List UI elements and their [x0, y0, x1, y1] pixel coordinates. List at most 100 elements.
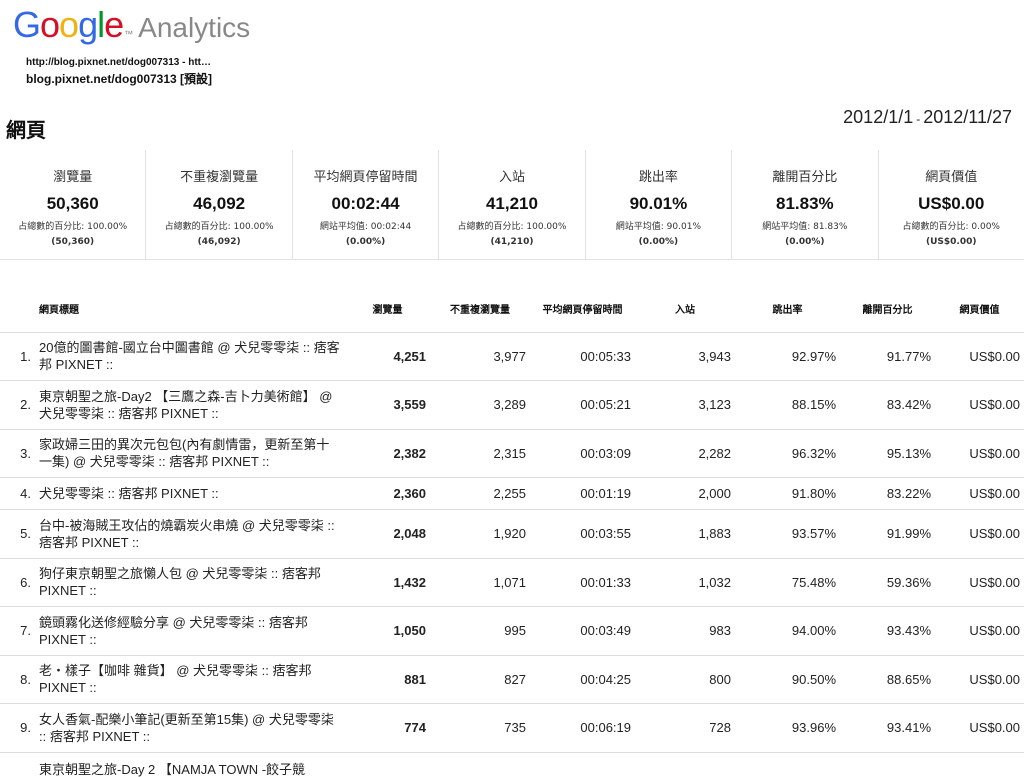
cell-exit-rate [840, 752, 935, 777]
table-row: 7. 鏡頭霧化送修經驗分享 @ 犬兒零零柒 :: 痞客邦 PIXNET :: 1… [0, 606, 1024, 656]
cell-bounce-rate: 93.57% [735, 509, 840, 559]
metric-pageviews: 瀏覽量 50,360 占總數的百分比: 100.00% (50,360) [0, 150, 147, 259]
page-title-link[interactable]: 20億的圖書館-國立台中圖書館 @ 犬兒零零柒 :: 痞客邦 PIXNET :: [35, 332, 345, 381]
col-header-page-value[interactable]: 網頁價值 [935, 290, 1024, 333]
cell-avg-time: 00:03:49 [530, 606, 635, 656]
table-row: 東京朝聖之旅-Day 2 【NAMJA TOWN -餃子競 [0, 752, 1024, 777]
table-row: 1. 20億的圖書館-國立台中圖書館 @ 犬兒零零柒 :: 痞客邦 PIXNET… [0, 332, 1024, 381]
cell-avg-time: 00:05:33 [530, 332, 635, 381]
cell-pageviews: 881 [345, 655, 430, 704]
metric-sub: 占總數的百分比: 100.00% [457, 222, 567, 232]
cell-unique-pageviews: 1,920 [430, 509, 530, 559]
table-row: 3. 家政婦三田的異次元包包(內有劇情雷，更新至第十一集) @ 犬兒零零柒 ::… [0, 429, 1024, 478]
page-title-link[interactable]: 台中-被海賊王攻佔的燒霸炭火串燒 @ 犬兒零零柒 :: 痞客邦 PIXNET :… [35, 509, 345, 559]
metric-avg-time: 平均網頁停留時間 00:02:44 網站平均值: 00:02:44 (0.00%… [293, 150, 440, 259]
row-index: 5. [0, 509, 35, 559]
table-row: 8. 老‧樣子【咖啡 雜貨】 @ 犬兒零零柒 :: 痞客邦 PIXNET :: … [0, 655, 1024, 704]
page-title-link[interactable]: 家政婦三田的異次元包包(內有劇情雷，更新至第十一集) @ 犬兒零零柒 :: 痞客… [35, 429, 345, 478]
metric-value: 90.01% [629, 194, 688, 213]
cell-pageviews: 2,048 [345, 509, 430, 559]
cell-pageviews: 4,251 [345, 332, 430, 381]
metric-value: US$0.00 [918, 194, 985, 213]
page-title-link[interactable]: 犬兒零零柒 :: 痞客邦 PIXNET :: [35, 477, 345, 510]
cell-avg-time [530, 752, 635, 777]
cell-exit-rate: 93.41% [840, 703, 935, 753]
cell-unique-pageviews: 995 [430, 606, 530, 656]
col-index-header [0, 290, 35, 333]
page-title: 網頁 [6, 118, 46, 142]
cell-pageviews: 1,050 [345, 606, 430, 656]
account-name: blog.pixnet.net/dog007313 [預設] [26, 72, 213, 86]
metric-sub2: (US$0.00) [926, 237, 977, 247]
col-header-bounce-rate[interactable]: 跳出率 [735, 290, 840, 333]
cell-avg-time: 00:06:19 [530, 703, 635, 753]
metric-label: 離開百分比 [772, 170, 838, 185]
logo-letter: o [59, 4, 79, 45]
pages-table: 網頁標題 瀏覽量 不重複瀏覽量 平均網頁停留時間 入站 跳出率 離開百分比 網頁… [0, 290, 1024, 777]
metric-label: 平均網頁停留時間 [313, 170, 418, 185]
col-header-page-title[interactable]: 網頁標題 [35, 290, 345, 333]
cell-page-value: US$0.00 [935, 509, 1024, 559]
table-row: 6. 狗仔東京朝聖之旅懶人包 @ 犬兒零零柒 :: 痞客邦 PIXNET :: … [0, 558, 1024, 607]
col-header-avg-time[interactable]: 平均網頁停留時間 [530, 290, 635, 333]
metric-label: 入站 [498, 170, 525, 185]
metric-sub2: (0.00%) [785, 237, 825, 247]
cell-entrances: 2,000 [635, 477, 735, 510]
row-index: 1. [0, 332, 35, 381]
date-end: 2012/11/27 [923, 107, 1012, 127]
page-title-link[interactable]: 東京朝聖之旅-Day 2 【NAMJA TOWN -餃子競 [35, 752, 345, 777]
page-title-link[interactable]: 鏡頭霧化送修經驗分享 @ 犬兒零零柒 :: 痞客邦 PIXNET :: [35, 606, 345, 656]
date-separator: - [916, 112, 921, 126]
cell-pageviews: 3,559 [345, 380, 430, 430]
cell-avg-time: 00:01:19 [530, 477, 635, 510]
page-title-link[interactable]: 老‧樣子【咖啡 雜貨】 @ 犬兒零零柒 :: 痞客邦 PIXNET :: [35, 655, 345, 704]
cell-unique-pageviews: 827 [430, 655, 530, 704]
metric-sub: 占總數的百分比: 0.00% [902, 222, 1000, 232]
cell-bounce-rate [735, 752, 840, 777]
cell-entrances: 2,282 [635, 429, 735, 478]
cell-entrances [635, 752, 735, 777]
metric-label: 瀏覽量 [53, 170, 93, 185]
metric-label: 網頁價值 [925, 170, 978, 185]
page-title-link[interactable]: 東京朝聖之旅-Day2 【三鷹之森-吉卜力美術館】 @ 犬兒零零柒 :: 痞客邦… [35, 380, 345, 430]
cell-pageviews: 2,382 [345, 429, 430, 478]
cell-pageviews: 774 [345, 703, 430, 753]
logo-letter: G [13, 4, 41, 45]
cell-page-value: US$0.00 [935, 606, 1024, 656]
page-title-link[interactable]: 狗仔東京朝聖之旅懶人包 @ 犬兒零零柒 :: 痞客邦 PIXNET :: [35, 558, 345, 607]
col-header-entrances[interactable]: 入站 [635, 290, 735, 333]
cell-unique-pageviews: 3,977 [430, 332, 530, 381]
cell-unique-pageviews: 3,289 [430, 380, 530, 430]
metric-exit-rate: 離開百分比 81.83% 網站平均值: 81.83% (0.00%) [732, 150, 879, 259]
cell-pageviews: 2,360 [345, 477, 430, 510]
row-index: 3. [0, 429, 35, 478]
cell-page-value: US$0.00 [935, 655, 1024, 704]
col-header-pageviews[interactable]: 瀏覽量 [345, 290, 430, 333]
col-header-exit-rate[interactable]: 離開百分比 [840, 290, 935, 333]
cell-entrances: 3,943 [635, 332, 735, 381]
cell-entrances: 800 [635, 655, 735, 704]
cell-entrances: 983 [635, 606, 735, 656]
cell-bounce-rate: 94.00% [735, 606, 840, 656]
col-header-unique-pageviews[interactable]: 不重複瀏覽量 [430, 290, 530, 333]
table-row: 2. 東京朝聖之旅-Day2 【三鷹之森-吉卜力美術館】 @ 犬兒零零柒 :: … [0, 380, 1024, 430]
metric-label: 不重複瀏覽量 [180, 170, 259, 185]
cell-pageviews: 1,432 [345, 558, 430, 607]
metric-sub2: (46,092) [197, 237, 241, 247]
metric-label: 跳出率 [638, 170, 678, 185]
cell-bounce-rate: 92.97% [735, 332, 840, 381]
google-analytics-logo: Go o g l e ™ Analytics [13, 4, 250, 45]
cell-exit-rate: 59.36% [840, 558, 935, 607]
metric-sub: 網站平均值: 90.01% [615, 222, 701, 232]
cell-unique-pageviews: 2,255 [430, 477, 530, 510]
cell-exit-rate: 91.77% [840, 332, 935, 381]
row-index: 8. [0, 655, 35, 704]
date-range: 2012/1/1-2012/11/27 [843, 107, 1012, 128]
cell-avg-time: 00:04:25 [530, 655, 635, 704]
cell-bounce-rate: 75.48% [735, 558, 840, 607]
metric-entrances: 入站 41,210 占總數的百分比: 100.00% (41,210) [439, 150, 586, 259]
metric-unique-pageviews: 不重複瀏覽量 46,092 占總數的百分比: 100.00% (46,092) [146, 150, 293, 259]
cell-exit-rate: 83.22% [840, 477, 935, 510]
page-title-link[interactable]: 女人香氣-配樂小筆記(更新至第15集) @ 犬兒零零柒 :: 痞客邦 PIXNE… [35, 703, 345, 753]
row-index: 9. [0, 703, 35, 753]
